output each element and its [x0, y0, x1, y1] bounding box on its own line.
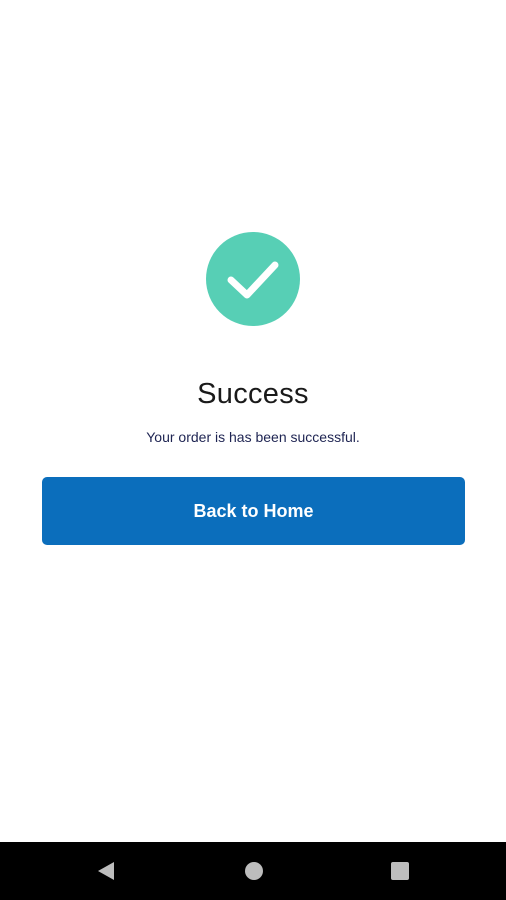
- success-check-icon: [206, 232, 300, 326]
- nav-home-button[interactable]: [224, 842, 284, 900]
- checkmark-icon: [227, 261, 279, 299]
- success-message: Your order is has been successful.: [146, 429, 360, 445]
- back-triangle-icon: [98, 862, 114, 880]
- back-to-home-label: Back to Home: [193, 500, 314, 521]
- nav-back-button[interactable]: [76, 842, 136, 900]
- success-content: Success Your order is has been successfu…: [0, 0, 506, 842]
- recents-square-icon: [391, 862, 409, 880]
- nav-recents-button[interactable]: [370, 842, 430, 900]
- screen: Success Your order is has been successfu…: [0, 0, 506, 900]
- success-title: Success: [197, 378, 309, 410]
- back-to-home-button[interactable]: Back to Home: [42, 477, 465, 545]
- home-circle-icon: [245, 862, 263, 880]
- system-nav-bar: [0, 842, 506, 900]
